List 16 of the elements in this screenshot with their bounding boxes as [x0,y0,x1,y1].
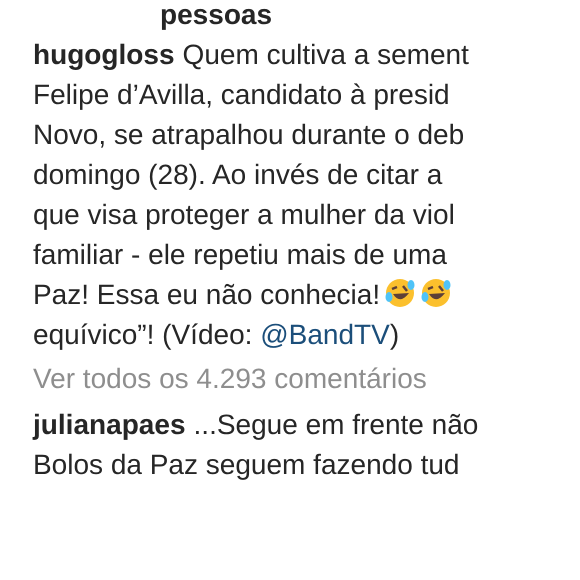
username-link[interactable]: hugogloss [33,39,175,70]
caption-text: equívico”! (Vídeo: @BandTV) [33,319,400,350]
caption-text: Paz! Essa eu não conhecia! [33,279,380,310]
caption-text: domingo (28). Ao invés de citar a [33,159,442,190]
caption-text: que visa proteger a mulher da viol [33,199,455,230]
mention-link[interactable]: @BandTV [260,319,390,350]
comment-text: Bolos da Paz seguem fazendo tud [33,449,460,480]
comment-text: ...Segue em frente não [194,409,478,440]
username-link[interactable]: julianapaes [33,409,186,440]
likes-text: pessoas [159,0,274,30]
caption-text: Felipe d’Avilla, candidato à presid [33,79,450,110]
caption-text: Novo, se atrapalhou durante o deb [33,119,464,150]
caption-text: familiar - ele repetiu mais de uma [33,239,447,270]
laughing-emoji-icon [420,277,452,309]
laughing-emoji-icon [384,277,416,309]
caption-text: Quem cultiva a sement [182,39,469,70]
